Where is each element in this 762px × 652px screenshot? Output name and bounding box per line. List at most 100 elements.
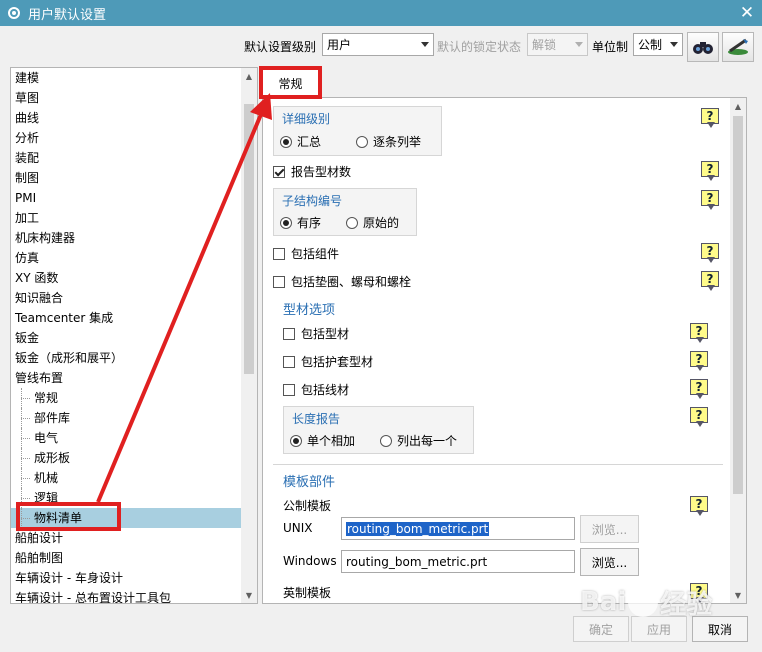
summary-radio-label: 汇总 [297,135,322,149]
tree-item[interactable]: 装配 [11,148,242,168]
tree-item[interactable]: Teamcenter 集成 [11,308,242,328]
unit-select-value: 公制 [638,38,663,52]
tree-scrollbar[interactable]: ▲ ▼ [241,68,257,603]
wizard-icon [728,38,748,55]
tree-item[interactable]: 钣金（成形和展平） [11,348,242,368]
settings-content: 详细级别 汇总 逐条列举 ? 报告型材数 ? 子结构编号 有序 原始的 ? 包括… [263,98,730,603]
radio-selected-icon [280,216,292,229]
scroll-up-icon[interactable]: ▲ [241,68,257,84]
unix-browse-button[interactable]: 浏览... [580,515,639,543]
tree-item[interactable]: 曲线 [11,108,242,128]
help-icon[interactable]: ? [701,190,719,210]
tree-subitem[interactable]: 电气 [11,428,242,448]
tree-item[interactable]: XY 函数 [11,268,242,288]
manage-button[interactable] [722,32,754,62]
unix-path-input[interactable]: routing_bom_metric.prt [341,517,575,540]
windows-path-input[interactable]: routing_bom_metric.prt [341,550,575,573]
sub-structure-numbering-group: 子结构编号 有序 原始的 [273,188,417,236]
help-icon[interactable]: ? [701,243,719,263]
include-components-checkbox[interactable]: 包括组件 [273,245,339,262]
list-each-radio[interactable]: 列出每一个 [380,432,457,449]
window-title: 用户默认设置 [28,7,107,23]
tree-item[interactable]: 知识融合 [11,288,242,308]
summary-radio[interactable]: 汇总 [280,133,321,150]
radio-selected-icon [280,135,292,148]
find-button[interactable] [687,32,719,62]
baidu-watermark: Bai 经验 [580,580,720,624]
report-profile-count-label: 报告型材数 [291,165,352,179]
tree-item[interactable]: 船舶制图 [11,548,242,568]
settings-scrollbar-thumb[interactable] [733,116,743,494]
tree-item[interactable]: 钣金 [11,328,242,348]
include-wire-label: 包括线材 [301,383,350,397]
include-components-label: 包括组件 [291,247,340,261]
original-radio[interactable]: 原始的 [346,214,399,231]
unit-select[interactable]: 公制 [633,33,683,56]
unit-label: 单位制 [592,40,629,54]
settings-panel: 详细级别 汇总 逐条列举 ? 报告型材数 ? 子结构编号 有序 原始的 ? 包括… [262,97,747,604]
tree-item[interactable]: PMI [11,188,242,208]
itemized-radio-label: 逐条列举 [373,135,422,149]
chevron-down-icon [421,42,429,47]
help-icon[interactable]: ? [690,407,708,427]
checkbox-unchecked-icon [283,327,295,340]
sum-each-radio-label: 单个相加 [307,434,356,448]
tree-item[interactable]: 草图 [11,88,242,108]
include-sheathing-checkbox[interactable]: 包括护套型材 [283,353,373,370]
include-profile-label: 包括型材 [301,327,350,341]
help-icon[interactable]: ? [701,161,719,181]
tree-item[interactable]: 分析 [11,128,242,148]
tree-item[interactable]: 加工 [11,208,242,228]
radio-unselected-icon [356,135,368,148]
unix-label: UNIX [283,521,313,535]
tree-item[interactable]: 船舶设计 [11,528,242,548]
top-toolbar: 默认设置级别 用户 默认的锁定状态 解锁 单位制 公制 [0,32,762,62]
tree-subitem[interactable]: 常规 [11,388,242,408]
ordered-radio[interactable]: 有序 [280,214,321,231]
include-wire-checkbox[interactable]: 包括线材 [283,381,349,398]
radio-unselected-icon [380,434,392,447]
tree-item[interactable]: 机床构建器 [11,228,242,248]
unix-path-value: routing_bom_metric.prt [346,521,490,536]
lock-select-value: 解锁 [532,38,557,52]
tree-item[interactable]: 建模 [11,68,242,88]
help-icon[interactable]: ? [690,323,708,343]
settings-scrollbar[interactable]: ▲ ▼ [730,98,746,603]
metric-template-title: 公制模板 [283,499,332,513]
report-profile-count-checkbox[interactable]: 报告型材数 [273,163,351,180]
sum-each-radio[interactable]: 单个相加 [290,432,355,449]
level-select[interactable]: 用户 [322,33,434,56]
tree-item[interactable]: 车辆设计 - 总布置设计工具包 [11,588,242,603]
tree-item[interactable]: 仿真 [11,248,242,268]
list-each-radio-label: 列出每一个 [397,434,458,448]
radio-unselected-icon [346,216,358,229]
tree-subitem[interactable]: 机械 [11,468,242,488]
original-radio-label: 原始的 [363,216,400,230]
tree-item-routing[interactable]: 管线布置 [11,368,242,388]
tree-scrollbar-thumb[interactable] [244,104,254,374]
help-icon[interactable]: ? [690,351,708,371]
include-profile-checkbox[interactable]: 包括型材 [283,325,349,342]
lock-select[interactable]: 解锁 [527,33,588,56]
help-icon[interactable]: ? [701,108,719,128]
scroll-up-icon[interactable]: ▲ [730,98,746,114]
watermark-text-2: 经验 [660,589,713,620]
tree-subitem[interactable]: 成形板 [11,448,242,468]
scroll-down-icon[interactable]: ▼ [241,587,257,603]
help-icon[interactable]: ? [701,271,719,291]
include-gaskets-checkbox[interactable]: 包括垫圈、螺母和螺栓 [273,273,411,290]
itemized-radio[interactable]: 逐条列举 [356,133,421,150]
close-icon[interactable]: ✕ [732,0,762,26]
windows-browse-button[interactable]: 浏览... [580,548,639,576]
settings-window-icon [6,5,22,21]
scroll-down-icon[interactable]: ▼ [730,587,746,603]
template-parts-title: 模板部件 [283,475,336,490]
windows-label: Windows [283,554,337,568]
help-icon[interactable]: ? [690,379,708,399]
tree-subitem[interactable]: 部件库 [11,408,242,428]
help-icon[interactable]: ? [690,496,708,516]
tree-item[interactable]: 车辆设计 - 车身设计 [11,568,242,588]
tree-item[interactable]: 制图 [11,168,242,188]
chevron-down-icon [575,42,583,47]
paw-logo-icon [628,587,659,617]
